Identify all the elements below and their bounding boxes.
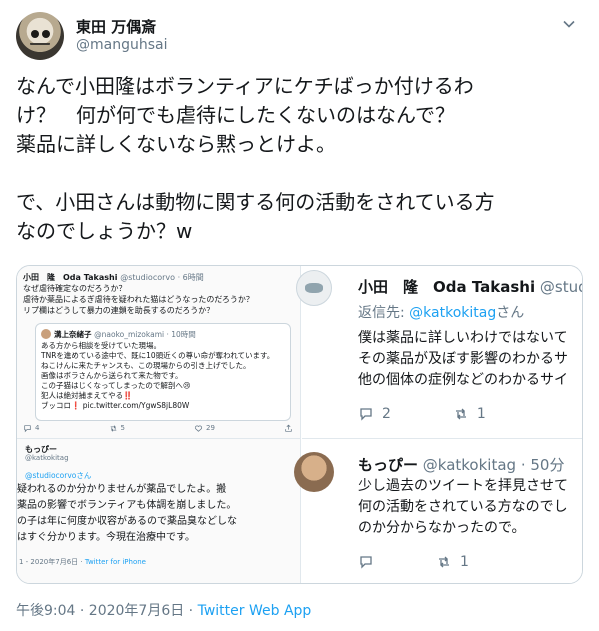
retweet-action: 1: [436, 554, 469, 570]
chevron-down-icon[interactable]: [559, 14, 579, 34]
tweet-text: なんで小田隆はボランティアにケチばっか付けるわ け？ 何が何でも虐待にしたくない…: [16, 72, 583, 246]
retweet-icon: [439, 556, 449, 568]
reply-action: 2: [358, 406, 391, 422]
reply-icon: [24, 424, 31, 432]
reply-count: 4: [35, 424, 40, 432]
screenshot-image-left[interactable]: 小田 隆 Oda Takashi @studiocorvo · 6時間 なぜ虐待…: [17, 266, 301, 583]
oda-actions: 2 1: [358, 406, 486, 422]
embedded-tweet-top: 小田 隆 Oda Takashi @studiocorvo · 6時間 なぜ虐待…: [17, 266, 301, 434]
retweet-icon: [455, 408, 466, 420]
tweet-source-link[interactable]: Twitter Web App: [198, 603, 312, 619]
avatar-eye-left: [31, 30, 39, 38]
avatar-eye-right: [42, 30, 50, 38]
screenshot-image-right[interactable]: 小田 隆 Oda Takashi @studio 返信先: @katkokita…: [294, 266, 582, 583]
moppy-reply-body: 少し過去のツイートを拝見させて 何の活動をされている方なのでし のか分からなかっ…: [358, 478, 568, 536]
author-handle[interactable]: @manguhsai: [76, 37, 168, 53]
retweet-count: 1: [460, 554, 469, 570]
reply-icon: [360, 556, 372, 569]
moppy-actions: 1: [358, 554, 469, 570]
reply-count: 2: [382, 406, 391, 422]
oda-name: 小田 隆 Oda Takashi @studio: [358, 278, 582, 296]
tweet-meta: 午後9:04 · 2020年7月6日 · Twitter Web App: [16, 600, 311, 620]
oda-reply-body: 僕は薬品に詳しいわけではないて その薬品が及ぼす影響のわかるサ 他の個体の症例な…: [358, 330, 568, 388]
like-action: 29: [194, 422, 215, 434]
quote-body: ある方から相談を受けていた現場。 TNRを進めている途中で、既に10頭近くの尊い…: [41, 341, 275, 410]
embedded-quote: 溝上奈緒子 @naoko_mizokami · 10時間 ある方から相談を受けて…: [35, 323, 291, 421]
reply-action: 4: [23, 422, 39, 434]
like-count: 29: [206, 424, 215, 432]
embedded-reply: もっぴー @katkokitag @studiocorvoさん 疑われるのか分か…: [17, 442, 301, 583]
retweet-count: 5: [120, 424, 125, 432]
tweet-line: で、小田さんは動物に関する何の活動をされている方: [16, 190, 495, 214]
reply-action: [358, 554, 374, 570]
tweet-line: 薬品に詳しくないなら黙っとけよ。: [16, 132, 336, 156]
attached-media[interactable]: 小田 隆 Oda Takashi @studiocorvo · 6時間 なぜ虐待…: [16, 265, 583, 584]
oda-avatar: [296, 270, 332, 306]
reply-date: 1 - 2020年7月6日 · Twitter for iPhone: [19, 558, 146, 566]
embedded-author: 小田 隆 Oda Takashi @studiocorvo · 6時間: [23, 273, 204, 282]
tweet-timestamp[interactable]: 午後9:04 · 2020年7月6日 ·: [16, 603, 198, 619]
reply-icon: [360, 408, 372, 421]
retweet-action: 1: [453, 406, 486, 422]
quote-avatar: [41, 329, 51, 339]
retweet-action: 5: [109, 422, 125, 434]
divider: [302, 438, 582, 439]
moppy-name: もっぴー @katkokitag · 50分: [358, 456, 565, 474]
author-display-name[interactable]: 東田 万偶斎: [76, 16, 156, 37]
heart-icon: [194, 425, 203, 432]
reply-author-handle: @katkokitag: [25, 454, 69, 462]
share-action: [284, 422, 293, 434]
tweet-line: け？ 何が何でも虐待にしたくないのはなんで？: [16, 103, 455, 127]
reply-source: Twitter for iPhone: [84, 558, 146, 566]
avatar-jaw: [30, 43, 50, 49]
tweet-line: なんで小田隆はボランティアにケチばっか付けるわ: [16, 74, 474, 98]
quote-author: 溝上奈緒子 @naoko_mizokami · 10時間: [54, 330, 196, 339]
embedded-body: なぜ虐待確定なのだろうか？ 虐待か薬品によるぎ虐待を疑われた猫はどうなったのだろ…: [23, 284, 254, 315]
divider: [17, 438, 301, 439]
retweet-count: 1: [476, 406, 486, 422]
reply-body: 疑われるのか分かりませんが薬品でしたよ。搬 薬品の影響でボランティアも体調を崩し…: [17, 484, 237, 543]
author-avatar[interactable]: [16, 12, 64, 60]
embedded-actions: 4 5 29: [23, 422, 293, 434]
retweet-icon: [110, 424, 116, 432]
share-icon: [285, 424, 292, 432]
tweet-line: なのでしょうか？w: [16, 219, 193, 243]
moppy-avatar: [294, 452, 334, 492]
reply-to-handle: @studiocorvoさん: [25, 471, 92, 480]
reply-to-line: 返信先: @katkokitagさん: [358, 305, 525, 321]
tweet-header: 東田 万偶斎 @manguhsai: [16, 10, 583, 62]
